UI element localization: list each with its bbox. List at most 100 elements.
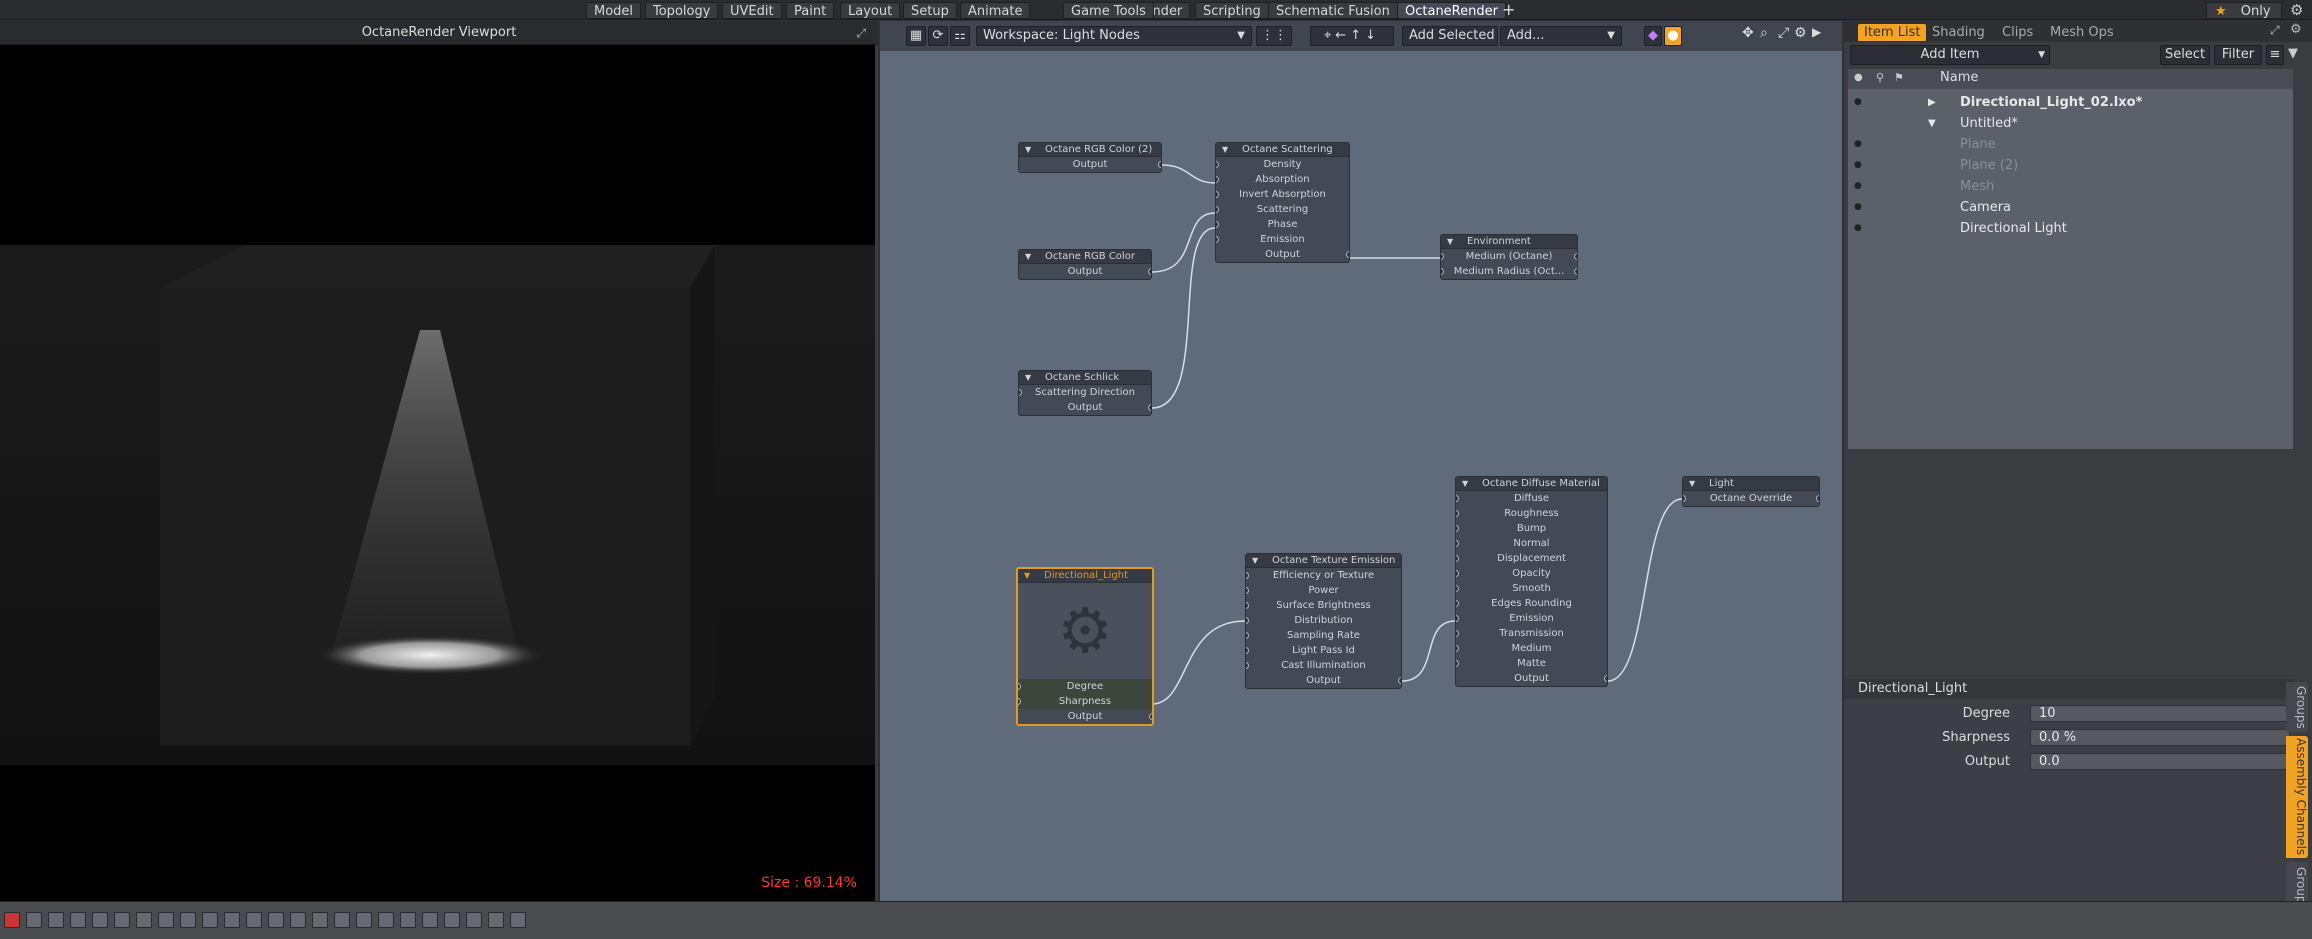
node-title[interactable]: ▼ Octane RGB Color (2) xyxy=(1019,143,1161,157)
tab-model[interactable]: Model xyxy=(586,2,642,19)
cursor-icon[interactable]: ⌖ xyxy=(1324,28,1335,43)
input-port[interactable] xyxy=(1246,572,1249,579)
node-directional-light[interactable]: ▼ Directional_Light ⚙ Degree Sharpness Ou… xyxy=(1016,567,1154,726)
collapse-icon[interactable]: ▼ xyxy=(1025,250,1031,264)
only-toggle[interactable]: ★ Only xyxy=(2206,2,2282,19)
add-node-select[interactable]: Add... ▼ xyxy=(1500,26,1622,46)
output-port[interactable] xyxy=(1574,253,1577,260)
node-rgb-color[interactable]: ▼ Octane RGB Color Output xyxy=(1018,249,1152,280)
lock-icon[interactable]: ⚲ xyxy=(1876,71,1884,84)
eye-icon[interactable]: ● xyxy=(1854,97,1864,107)
grid-icon[interactable] xyxy=(268,912,284,928)
input-port[interactable] xyxy=(1456,555,1459,562)
collapse-icon[interactable]: ▼ xyxy=(1024,569,1030,583)
node-light[interactable]: ▼ Light Octane Override xyxy=(1682,476,1820,507)
node-editor[interactable]: ▦ ⟳ ⚏ Workspace: Light Nodes ▼ ⋮⋮ ⌖←↑↓ A… xyxy=(880,21,1842,901)
expand-icon[interactable]: ⤢ xyxy=(856,21,866,45)
input-port[interactable] xyxy=(1216,161,1219,168)
node-title[interactable]: ▼ Octane Texture Emission xyxy=(1246,554,1401,568)
input-port[interactable] xyxy=(1018,698,1021,705)
input-port[interactable] xyxy=(1246,602,1249,609)
input-port[interactable] xyxy=(1441,253,1444,260)
picker-icon[interactable] xyxy=(136,912,152,928)
eye-icon[interactable]: ● xyxy=(1854,181,1864,191)
input-port[interactable] xyxy=(1246,647,1249,654)
export-icon[interactable] xyxy=(356,912,372,928)
collapse-icon[interactable]: ▼ xyxy=(1252,554,1258,568)
expand-icon[interactable]: ▶ xyxy=(1928,92,1936,113)
select-button[interactable]: Select xyxy=(2160,45,2210,65)
list-item[interactable]: ● Camera xyxy=(1848,197,2293,218)
tab-item-list[interactable]: Item List xyxy=(1858,24,1927,41)
input-port[interactable] xyxy=(1246,617,1249,624)
input-port[interactable] xyxy=(1019,389,1022,396)
add-item-button[interactable]: Add Item ▼ xyxy=(1850,45,2050,65)
graph-icon[interactable]: ⚏ xyxy=(950,26,970,46)
node-title[interactable]: ▼ Environment xyxy=(1441,235,1577,249)
expand-icon[interactable]: ⤢ xyxy=(2270,23,2280,38)
square-icon[interactable] xyxy=(70,912,86,928)
node-environment[interactable]: ▼ Environment Medium (Octane) Medium Radi… xyxy=(1440,234,1578,280)
add-selected-button[interactable]: Add Selected xyxy=(1402,26,1498,46)
input-port[interactable] xyxy=(1216,221,1219,228)
image-icon[interactable] xyxy=(378,912,394,928)
list-item[interactable]: ▼ Untitled* xyxy=(1848,113,2293,134)
node-texture-emission[interactable]: ▼ Octane Texture Emission Efficiency or T… xyxy=(1245,553,1402,689)
input-port[interactable] xyxy=(1216,236,1219,243)
node-diffuse-material[interactable]: ▼ Octane Diffuse Material Diffuse Roughne… xyxy=(1455,476,1608,687)
light-icon[interactable] xyxy=(224,912,240,928)
workspace-select[interactable]: Workspace: Light Nodes ▼ xyxy=(976,26,1252,46)
node-title[interactable]: ▼ Octane Diffuse Material xyxy=(1456,477,1607,491)
list-item[interactable]: ● Plane (2) xyxy=(1848,155,2293,176)
eye-icon[interactable]: ● xyxy=(1854,139,1864,149)
output-port[interactable] xyxy=(1816,495,1819,502)
funnel-icon[interactable]: ▼ xyxy=(2288,46,2298,61)
input-port[interactable] xyxy=(1216,191,1219,198)
input-port[interactable] xyxy=(1441,268,1444,275)
tab-animate[interactable]: Animate xyxy=(960,2,1031,19)
collapse-icon[interactable]: ▼ xyxy=(1689,477,1695,491)
list-item[interactable]: ● Directional Light xyxy=(1848,218,2293,239)
node-title[interactable]: ▼ Octane Schlick xyxy=(1019,371,1151,385)
tab-paint[interactable]: Paint xyxy=(786,2,835,19)
material-icon[interactable] xyxy=(180,912,196,928)
output-port[interactable] xyxy=(1574,268,1577,275)
tab-clips[interactable]: Clips xyxy=(1996,24,2039,41)
input-port[interactable] xyxy=(1683,495,1686,502)
search-icon[interactable]: ⌕ xyxy=(1760,25,1768,41)
list-item[interactable]: ● Mesh xyxy=(1848,176,2293,197)
chevron-right-icon[interactable]: ▶ xyxy=(1812,25,1821,39)
tab-setup[interactable]: Setup xyxy=(903,2,957,19)
input-port[interactable] xyxy=(1456,660,1459,667)
circle-icon[interactable]: ● xyxy=(1664,26,1682,46)
input-port[interactable] xyxy=(1246,632,1249,639)
input-port[interactable] xyxy=(1216,176,1219,183)
collapse-icon[interactable]: ▼ xyxy=(1222,143,1228,157)
input-port[interactable] xyxy=(1246,662,1249,669)
output-port[interactable] xyxy=(1346,251,1349,258)
degree-field[interactable]: 10 xyxy=(2030,705,2290,722)
input-port[interactable] xyxy=(1456,645,1459,652)
tab-uvedit[interactable]: UVEdit xyxy=(722,2,782,19)
output-field[interactable]: 0.0 xyxy=(2030,753,2290,770)
collapse-icon[interactable]: ▼ xyxy=(1447,235,1453,249)
arrow-down-icon[interactable]: ↓ xyxy=(1365,28,1380,43)
input-port[interactable] xyxy=(1018,683,1021,690)
sharpness-field[interactable]: 0.0 % xyxy=(2030,729,2290,746)
tab-assembly-channels[interactable]: Assembly Channels xyxy=(2286,736,2308,858)
color-icon[interactable] xyxy=(466,912,482,928)
info-icon[interactable] xyxy=(488,912,504,928)
node-title[interactable]: ▼ Light xyxy=(1683,477,1819,491)
layout-icon[interactable]: ▦ xyxy=(906,26,926,46)
output-port[interactable] xyxy=(1148,404,1151,411)
viewport-render[interactable] xyxy=(0,45,875,901)
layer-icon[interactable] xyxy=(290,912,306,928)
region-icon[interactable] xyxy=(158,912,174,928)
tab-shading[interactable]: Shading xyxy=(1926,24,1991,41)
texture-icon[interactable] xyxy=(246,912,262,928)
item-list[interactable]: ● ▶ Directional_Light_02.lxo* ▼ Untitled* ●… xyxy=(1848,89,2293,449)
node-title[interactable]: ▼ Octane RGB Color xyxy=(1019,250,1151,264)
move-icon[interactable]: ✥ xyxy=(1742,25,1754,41)
pin-icon[interactable]: ⚑ xyxy=(1894,71,1904,84)
add-tab-button[interactable]: + xyxy=(1502,0,1515,19)
